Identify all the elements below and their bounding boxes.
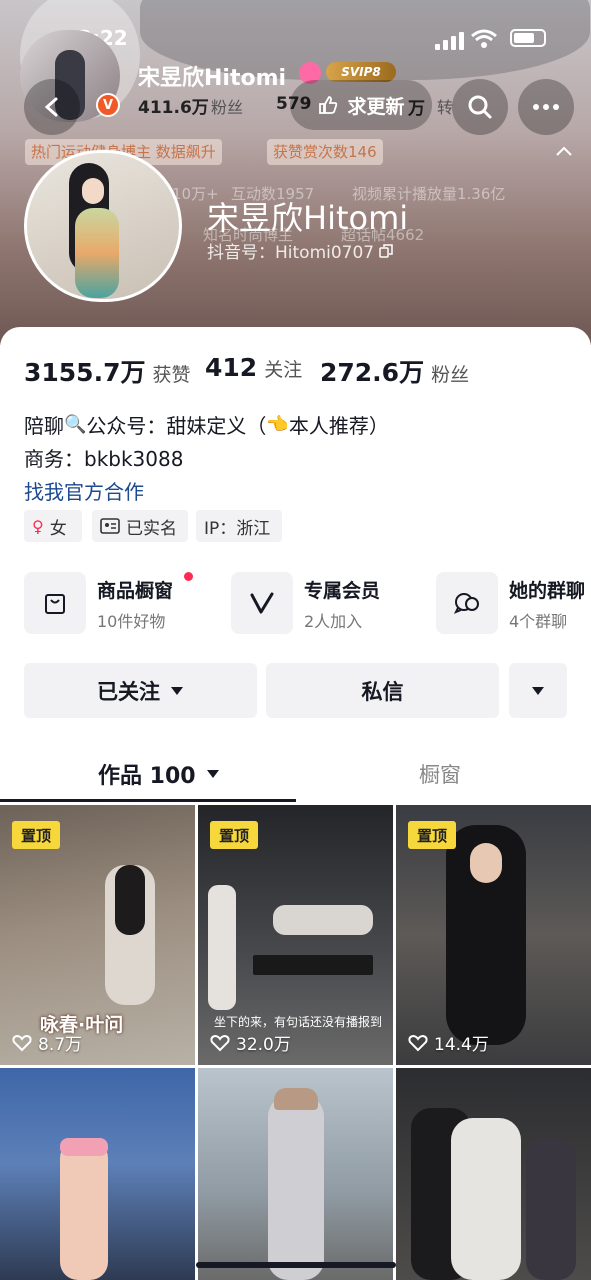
- likes-count: 32.0万: [236, 1035, 291, 1055]
- v-icon: [250, 592, 274, 614]
- official-cooperation-link[interactable]: 找我官方合作: [24, 476, 144, 505]
- likes-count: 8.7万: [38, 1035, 83, 1055]
- back-button[interactable]: [24, 79, 80, 135]
- ip-tag: IP：浙江: [196, 510, 282, 542]
- active-tab-indicator: [0, 799, 296, 802]
- pinned-badge: 置顶: [210, 821, 258, 849]
- tab-works-label: 作品 100: [98, 764, 196, 789]
- profile-name: 宋昱欣Hitomi: [207, 199, 409, 237]
- followed-label: 已关注: [97, 679, 160, 704]
- membership-feature-button[interactable]: [231, 572, 293, 634]
- verified-label: 已实名: [126, 518, 177, 539]
- heart-icon: [408, 1034, 428, 1051]
- chat-icon: [453, 593, 479, 614]
- ip-label: IP：浙江: [204, 518, 271, 539]
- stat-number: 272.6万: [320, 358, 425, 387]
- signal-icon: [435, 32, 464, 50]
- bio-text: 本人推荐）: [288, 414, 389, 438]
- gender-label: 女: [49, 518, 67, 539]
- overlay-zhuan: 转: [437, 98, 454, 117]
- request-update-button[interactable]: 求更新: [290, 80, 432, 130]
- message-label: 私信: [361, 679, 404, 704]
- feature-title[interactable]: 她的群聊: [509, 576, 585, 603]
- thumb-icon: [319, 96, 338, 114]
- video-thumbnail[interactable]: [198, 1068, 393, 1280]
- message-button[interactable]: 私信: [266, 663, 499, 718]
- bag-icon: [45, 594, 65, 614]
- likes-row: 8.7万: [12, 1030, 82, 1055]
- stat-number: 412: [205, 353, 258, 382]
- stat-number: 3155.7万: [24, 358, 146, 387]
- douyin-id: 抖音号：Hitomi0707: [207, 243, 375, 263]
- stat-label: 获赞: [152, 364, 191, 386]
- stat-label: 关注: [264, 359, 303, 381]
- caret-down-icon: [532, 686, 544, 695]
- likes-row: 32.0万: [210, 1030, 291, 1055]
- overlay-name: 宋昱欣Hitomi: [138, 66, 287, 91]
- likes-stat: 3155.7万 获赞: [24, 353, 191, 389]
- bio-line-1: 陪聊 🔍 公众号：甜妹定义（ 👈 本人推荐）: [24, 410, 389, 439]
- gender-tag: ♀ 女: [24, 510, 82, 542]
- video-thumbnail[interactable]: 置顶 14.4万: [396, 805, 591, 1065]
- overlay-fans-label: 粉丝: [211, 98, 244, 117]
- feature-subtitle: 4个群聊: [509, 612, 568, 631]
- likes-count: 14.4万: [434, 1035, 489, 1055]
- search-button[interactable]: [452, 79, 508, 135]
- feature-title[interactable]: 专属会员: [304, 576, 380, 603]
- verified-tag: 已实名: [92, 510, 188, 542]
- battery-icon: [510, 29, 546, 47]
- feature-subtitle: 10件好物: [97, 612, 166, 631]
- video-caption: 坐下的来，有句话还没有播报到: [214, 1015, 383, 1029]
- stat-label: 粉丝: [431, 364, 470, 386]
- home-indicator: [196, 1262, 396, 1268]
- heart-icon: [12, 1034, 32, 1051]
- chevron-up-icon[interactable]: [555, 145, 573, 157]
- wifi-icon: [471, 29, 497, 48]
- following-stat[interactable]: 412 关注: [205, 353, 302, 382]
- followers-stat[interactable]: 272.6万 粉丝: [320, 353, 469, 389]
- caret-down-icon: [171, 686, 183, 695]
- pinned-badge: 置顶: [12, 821, 60, 849]
- more-button[interactable]: [518, 79, 574, 135]
- magnifier-emoji-icon: 🔍: [64, 414, 87, 435]
- video-thumbnail[interactable]: [396, 1068, 591, 1280]
- tab-works[interactable]: 作品 100: [98, 758, 220, 790]
- showcase-feature-button[interactable]: [24, 572, 86, 634]
- red-dot-badge: [184, 572, 193, 581]
- back-arrow-icon: [44, 97, 58, 117]
- caret-down-icon: [206, 770, 219, 778]
- search-icon: [468, 95, 492, 119]
- profile-header-background: 13:22 V 宋昱欣Hitomi SVIP8 411.6万 粉丝 579 万 …: [0, 0, 591, 345]
- pointing-hand-emoji-icon: 👈: [266, 414, 289, 435]
- copy-icon[interactable]: [379, 243, 393, 258]
- feature-subtitle: 2人加入: [304, 612, 363, 631]
- likes-row: 14.4万: [408, 1030, 489, 1055]
- video-thumbnail[interactable]: 置顶 坐下的来，有句话还没有播报到 32.0万: [198, 805, 393, 1065]
- video-thumbnail[interactable]: 置顶 咏春·叶问 8.7万: [0, 805, 195, 1065]
- followed-button[interactable]: 已关注: [24, 663, 257, 718]
- bio-business: 商务：bkbk3088: [24, 447, 184, 471]
- heart-icon: [210, 1034, 230, 1051]
- rewards-pill: 获赞赏次数146: [267, 139, 383, 165]
- group-chat-feature-button[interactable]: [436, 572, 498, 634]
- overlay-fans-num: 411.6万: [138, 98, 209, 118]
- bio-text: 陪聊: [24, 414, 64, 438]
- douyin-id-row[interactable]: 抖音号：Hitomi0707: [207, 238, 393, 263]
- verified-badge-icon: V: [96, 93, 120, 117]
- video-thumbnail[interactable]: [0, 1068, 195, 1280]
- feature-title[interactable]: 商品橱窗: [97, 576, 173, 603]
- pinned-badge: 置顶: [408, 821, 456, 849]
- id-card-icon: [100, 518, 120, 534]
- svip-badge: SVIP8: [326, 62, 396, 82]
- female-symbol-icon: ♀: [32, 516, 44, 536]
- bio-text: 公众号：甜妹定义（: [86, 414, 267, 438]
- tab-showcase[interactable]: 橱窗: [419, 759, 461, 789]
- more-dots-icon: [533, 104, 559, 110]
- recommend-dropdown-button[interactable]: [509, 663, 567, 718]
- profile-avatar[interactable]: [24, 150, 182, 302]
- request-update-label: 求更新: [347, 95, 405, 118]
